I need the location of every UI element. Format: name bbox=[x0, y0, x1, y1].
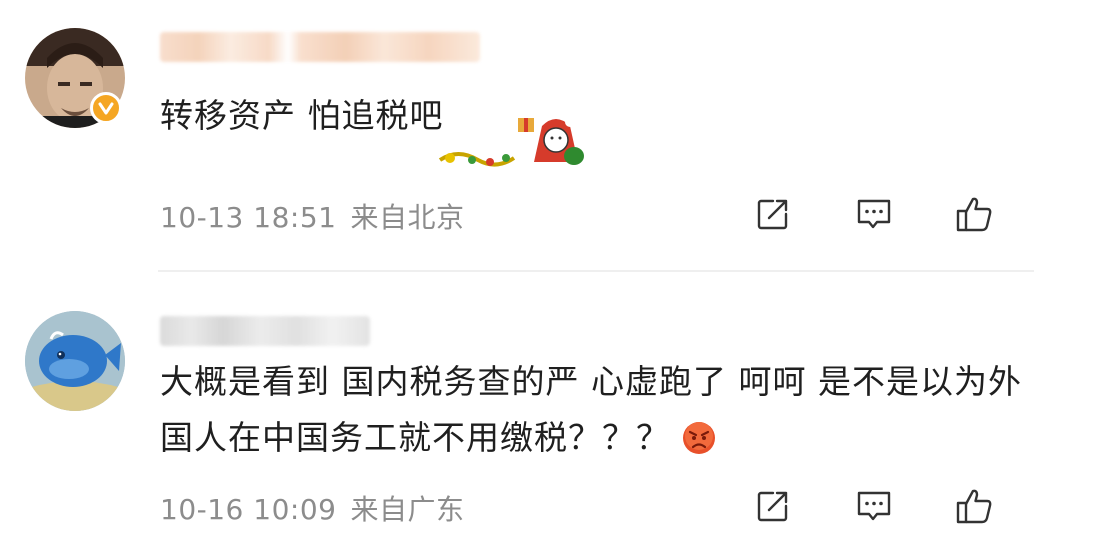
comment-text: 转移资产 怕追税吧 bbox=[160, 96, 444, 135]
angry-face-emoji bbox=[682, 416, 716, 472]
christmas-sticker bbox=[438, 112, 586, 176]
comment-location: 来自北京 bbox=[350, 201, 465, 234]
username-blurred[interactable] bbox=[160, 32, 480, 62]
comment-time: 10-13 18:51 bbox=[160, 201, 337, 234]
comment-item: 转移资产 怕追税吧 10-13 18:51 来自北京 bbox=[0, 0, 1112, 272]
share-button[interactable] bbox=[751, 192, 795, 236]
comment-time: 10-16 10:09 bbox=[160, 493, 337, 526]
comment-text: 大概是看到 国内税务查的严 心虚跑了 呵呵 是不是以为外国人在中国务工就不用缴税… bbox=[160, 354, 1040, 472]
comment-button[interactable] bbox=[852, 192, 896, 236]
avatar[interactable] bbox=[25, 311, 125, 411]
divider bbox=[158, 270, 1034, 272]
comment-icon bbox=[857, 199, 891, 229]
comment-button[interactable] bbox=[852, 484, 896, 528]
comment-location: 来自广东 bbox=[350, 493, 465, 526]
comment-meta: 10-13 18:51 来自北京 bbox=[160, 196, 464, 236]
verified-badge-icon bbox=[90, 92, 122, 124]
thumbs-up-icon bbox=[956, 197, 992, 232]
share-icon bbox=[757, 491, 788, 522]
thumbs-up-icon bbox=[956, 489, 992, 524]
share-icon bbox=[757, 199, 788, 230]
like-button[interactable] bbox=[952, 192, 996, 236]
comment-item: 大概是看到 国内税务查的严 心虚跑了 呵呵 是不是以为外国人在中国务工就不用缴税… bbox=[0, 280, 1112, 550]
like-button[interactable] bbox=[952, 484, 996, 528]
comment-icon bbox=[857, 491, 891, 521]
share-button[interactable] bbox=[751, 484, 795, 528]
username-blurred[interactable] bbox=[160, 316, 370, 346]
comment-meta: 10-16 10:09 来自广东 bbox=[160, 488, 464, 528]
comment-text-content: 大概是看到 国内税务查的严 心虚跑了 呵呵 是不是以为外国人在中国务工就不用缴税… bbox=[160, 362, 1022, 457]
